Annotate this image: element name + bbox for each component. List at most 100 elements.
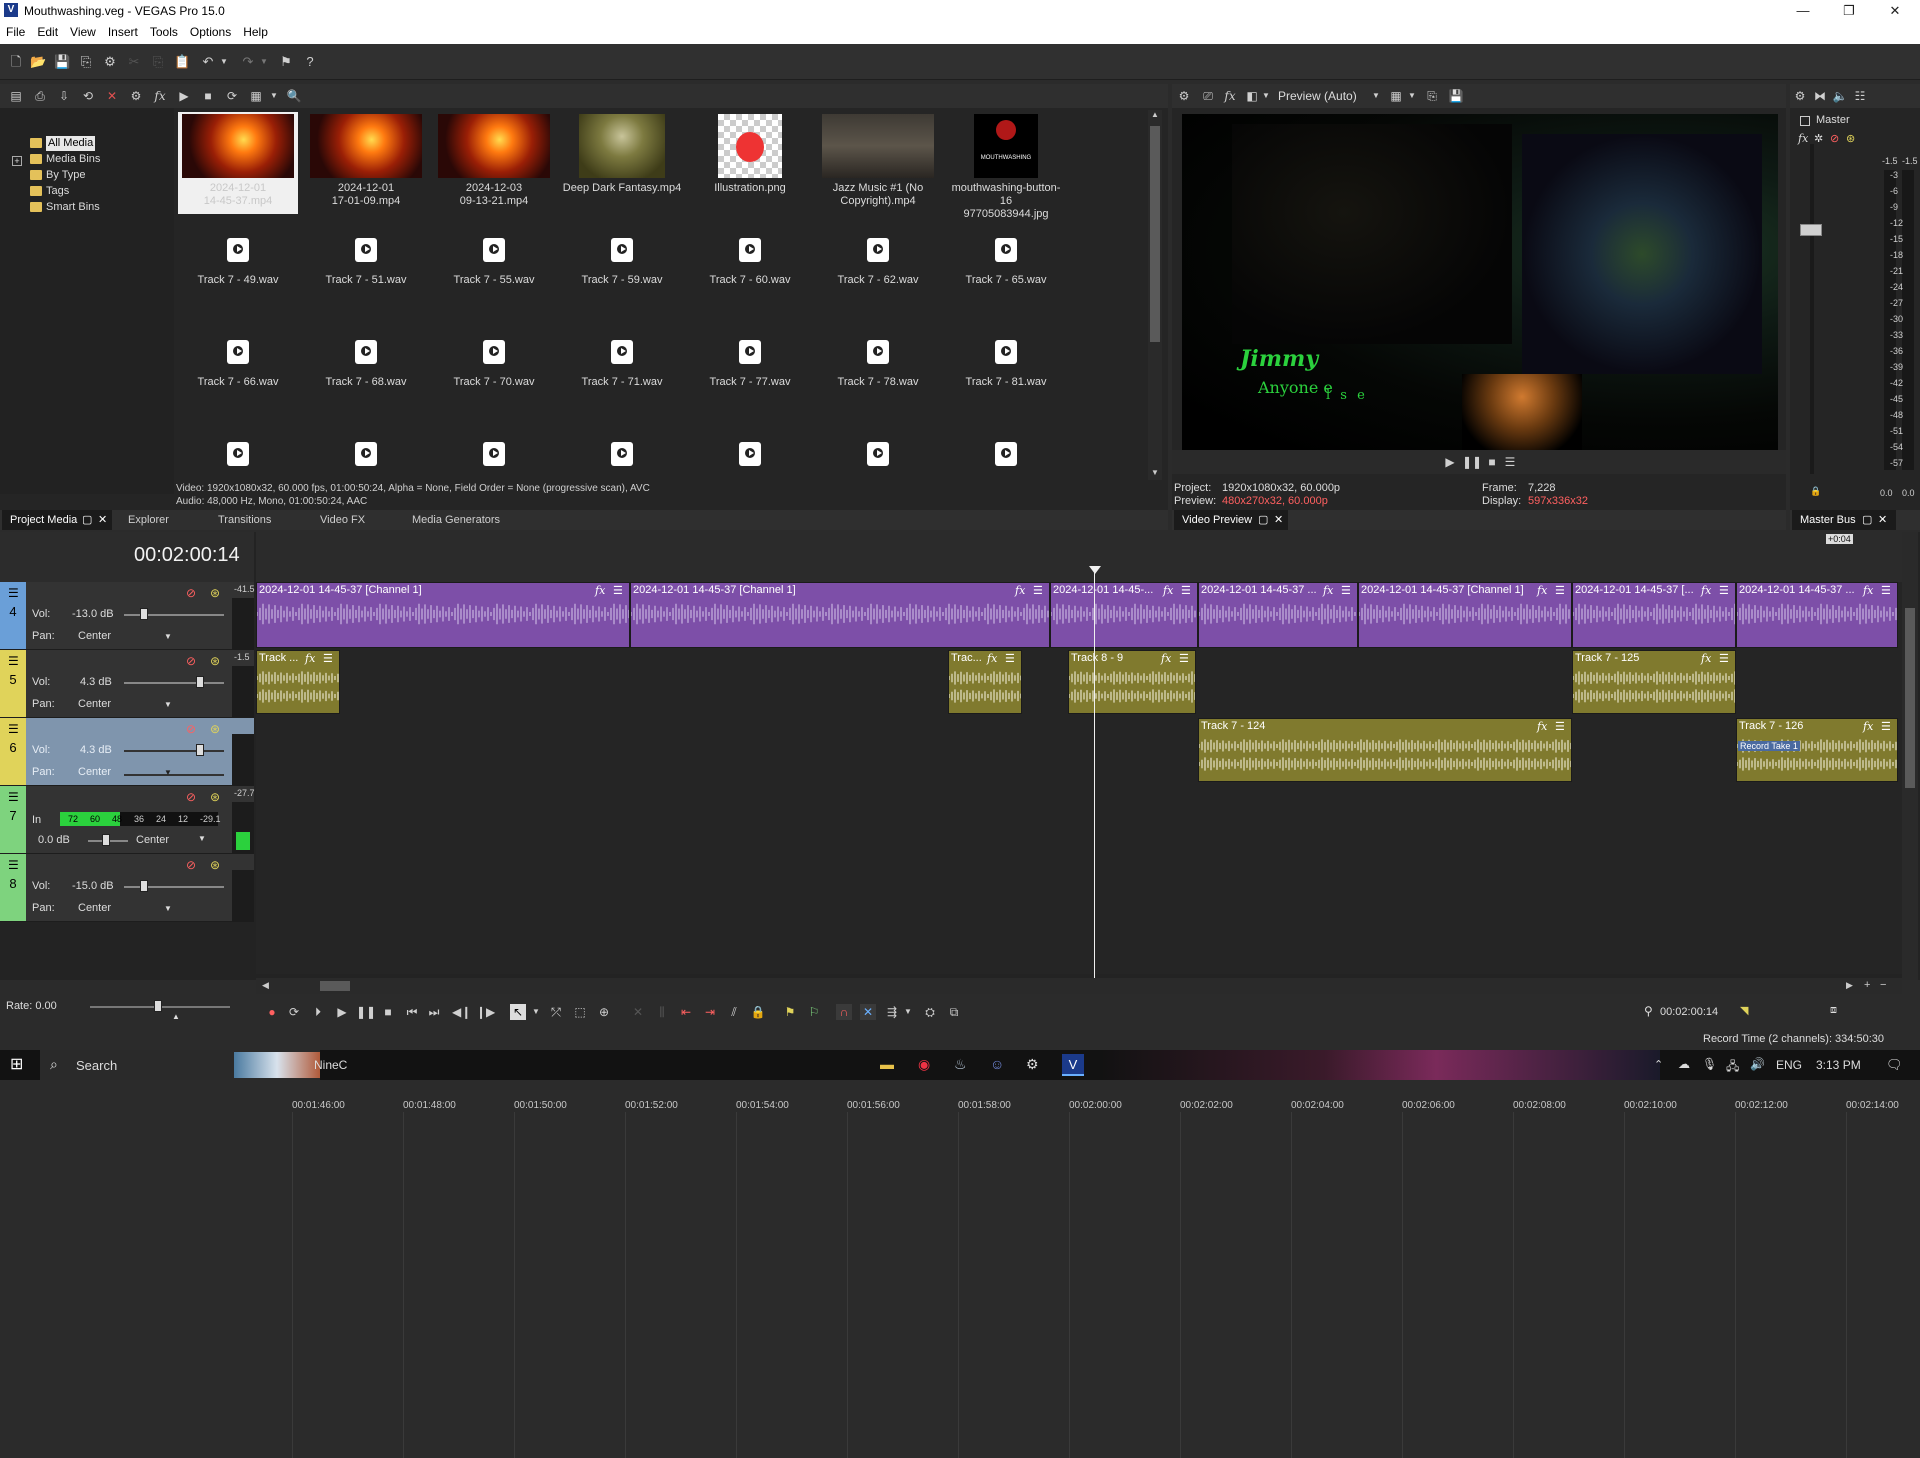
video-output-fx-icon[interactable]: fx xyxy=(1222,88,1238,104)
video-output-settings-icon[interactable]: ⚙ xyxy=(1176,88,1192,104)
undo-icon[interactable]: ↶ xyxy=(200,54,216,70)
media-item[interactable]: Track 7 - 49.wav xyxy=(178,238,298,287)
tab-video-preview[interactable]: Video Preview ▢ ✕ xyxy=(1174,510,1288,530)
track-menu-icon[interactable]: ☰ xyxy=(8,722,19,736)
scroll-thumb[interactable] xyxy=(1150,126,1160,342)
clip-menu-icon[interactable]: ☰ xyxy=(1881,720,1891,733)
tray-chevron-icon[interactable]: ⌃ xyxy=(1654,1058,1663,1071)
solo-icon[interactable]: ⊛ xyxy=(210,858,220,872)
vol-slider-handle[interactable] xyxy=(140,880,148,892)
play-icon[interactable]: ▶ xyxy=(334,1004,350,1020)
mute-icon[interactable]: ⊘ xyxy=(1830,132,1839,145)
language-indicator[interactable]: ENG xyxy=(1776,1058,1802,1072)
minimize-button[interactable]: — xyxy=(1780,0,1826,22)
media-item[interactable] xyxy=(434,442,554,466)
mixer-view-icon[interactable]: ☷ xyxy=(1852,88,1868,104)
lock-envelopes-icon[interactable]: ⛭ xyxy=(922,1004,938,1020)
clip-fx-icon[interactable]: fx xyxy=(1537,720,1547,733)
master-checkbox[interactable] xyxy=(1800,116,1810,126)
timeline-clip[interactable]: 2024-12-01 14-45-... fx ☰ xyxy=(1050,582,1198,648)
clip-menu-icon[interactable]: ☰ xyxy=(1179,652,1189,665)
ignore-grouping-icon[interactable]: ⧉ xyxy=(946,1004,962,1020)
auto-crossfade-icon[interactable]: ✕ xyxy=(860,1004,876,1020)
media-item[interactable]: Track 7 - 81.wav xyxy=(946,340,1066,389)
track-header-4[interactable]: 4 ☰ ⊘ ⊛ -41.5 Vol: -13.0 dB Pan: Center … xyxy=(0,582,255,650)
windows-start-icon[interactable]: ⊞ xyxy=(10,1056,28,1074)
preview-stop-icon[interactable]: ■ xyxy=(1484,454,1500,470)
solo-icon[interactable]: ⊛ xyxy=(210,654,220,668)
record-icon[interactable]: ● xyxy=(264,1004,280,1020)
taskbar-app-label[interactable]: NineC xyxy=(314,1058,347,1072)
media-item[interactable] xyxy=(690,442,810,466)
media-item[interactable]: MOUTHWASHING mouthwashing-button-16 9770… xyxy=(946,114,1066,221)
timeline-clip[interactable]: Track 8 - 9 fx ☰ xyxy=(1068,650,1196,714)
track-menu-icon[interactable]: ☰ xyxy=(8,858,19,872)
vol-slider-handle[interactable] xyxy=(140,608,148,620)
get-media-icon[interactable]: ⇩ xyxy=(56,88,72,104)
clip-fx-icon[interactable]: fx xyxy=(305,652,315,665)
next-frame-icon[interactable]: ❙▶ xyxy=(476,1004,495,1020)
solo-icon[interactable]: ⊛ xyxy=(210,722,220,736)
preview-play-icon[interactable]: ▶ xyxy=(1442,454,1458,470)
timeline-vscroll-thumb[interactable] xyxy=(1905,608,1915,788)
timeline-clip[interactable]: 2024-12-01 14-45-37 ... fx ☰ xyxy=(1736,582,1898,648)
search-media-icon[interactable]: 🔍 xyxy=(286,88,302,104)
close-tab-icon[interactable]: ✕ xyxy=(1878,510,1887,530)
track-header-7[interactable]: 7 ☰ ⊘ ⊛ -27.7 In 72 60 48 36 24 12 -29.1… xyxy=(0,786,255,854)
trim-start-icon[interactable]: ⇤ xyxy=(678,1004,694,1020)
timeline-hscrollbar[interactable]: ◀ ▶ + − xyxy=(256,978,1902,994)
tab-explorer[interactable]: Explorer xyxy=(120,510,177,530)
snapping-icon[interactable]: ∩ xyxy=(836,1004,852,1020)
tab-transitions[interactable]: Transitions xyxy=(210,510,279,530)
clip-menu-icon[interactable]: ☰ xyxy=(1341,584,1351,597)
clip-menu-icon[interactable]: ☰ xyxy=(1719,652,1729,665)
media-item[interactable] xyxy=(562,442,682,466)
zoom-out-icon[interactable]: − xyxy=(1880,979,1886,991)
chrome-icon[interactable]: ◉ xyxy=(918,1056,930,1073)
pan-slider-handle[interactable]: ▼ xyxy=(164,632,172,641)
tree-all-media[interactable]: All Media xyxy=(46,136,96,151)
undock-icon[interactable]: ▢ xyxy=(1258,510,1268,530)
clip-menu-icon[interactable]: ☰ xyxy=(323,652,333,665)
hscroll-thumb[interactable] xyxy=(320,981,350,991)
clip-menu-icon[interactable]: ☰ xyxy=(1881,584,1891,597)
menu-tools[interactable]: Tools xyxy=(144,22,184,42)
undock-icon[interactable]: ▢ xyxy=(1862,510,1872,530)
media-item[interactable]: Track 7 - 65.wav xyxy=(946,238,1066,287)
clip-fx-icon[interactable]: fx xyxy=(595,584,605,597)
file-explorer-icon[interactable]: ▬ xyxy=(880,1056,894,1072)
save-snapshot-icon[interactable]: 💾 xyxy=(1448,88,1464,104)
views-dropdown-icon[interactable]: ▼ xyxy=(266,88,282,104)
network-icon[interactable]: 🖧 xyxy=(1726,1057,1739,1078)
clip-menu-icon[interactable]: ☰ xyxy=(1181,584,1191,597)
playhead[interactable] xyxy=(1094,568,1095,978)
dim-output-icon[interactable]: 🔈 xyxy=(1832,88,1848,104)
pan-slider-handle[interactable]: ▼ xyxy=(164,700,172,709)
track-menu-icon[interactable]: ☰ xyxy=(8,790,19,804)
pan-slider-handle[interactable]: ▼ xyxy=(164,904,172,913)
properties-gear-icon[interactable]: ⚙ xyxy=(102,54,118,70)
open-icon[interactable]: 📂 xyxy=(30,54,46,70)
go-to-start-icon[interactable]: ⏮ xyxy=(404,1004,420,1020)
hscroll-right-icon[interactable]: ▶ xyxy=(1846,980,1853,991)
preview-quality[interactable]: Preview (Auto) xyxy=(1278,89,1357,103)
tab-media-generators[interactable]: Media Generators xyxy=(404,510,508,530)
remove-icon[interactable]: ✕ xyxy=(104,88,120,104)
preview-frame[interactable]: Jimmy Anyone e l s e xyxy=(1182,114,1778,450)
clip-fx-icon[interactable]: fx xyxy=(1863,720,1873,733)
clip-fx-icon[interactable]: fx xyxy=(1863,584,1873,597)
trim-end-icon[interactable]: ⇥ xyxy=(702,1004,718,1020)
undock-icon[interactable]: ▢ xyxy=(82,510,92,530)
close-tab-icon[interactable]: ✕ xyxy=(1274,510,1283,530)
save-icon[interactable]: 💾 xyxy=(54,54,70,70)
track-header-6[interactable]: 6 ☰ ⊘ ⊛ Vol: 4.3 dB Pan: Center ▼ xyxy=(0,718,254,786)
selection-tool-icon[interactable]: ⬚ xyxy=(572,1004,588,1020)
render-as-icon[interactable]: ⎘ xyxy=(78,54,94,70)
solo-icon[interactable]: ⊛ xyxy=(210,586,220,600)
maximize-button[interactable]: ❐ xyxy=(1826,0,1872,22)
previous-frame-icon[interactable]: ◀❙ xyxy=(452,1004,471,1020)
media-item[interactable]: Jazz Music #1 (No Copyright).mp4 xyxy=(818,114,938,208)
clip-fx-icon[interactable]: fx xyxy=(1701,652,1711,665)
zoom-in-icon[interactable]: + xyxy=(1864,979,1870,991)
master-fader-handle[interactable] xyxy=(1800,224,1822,236)
